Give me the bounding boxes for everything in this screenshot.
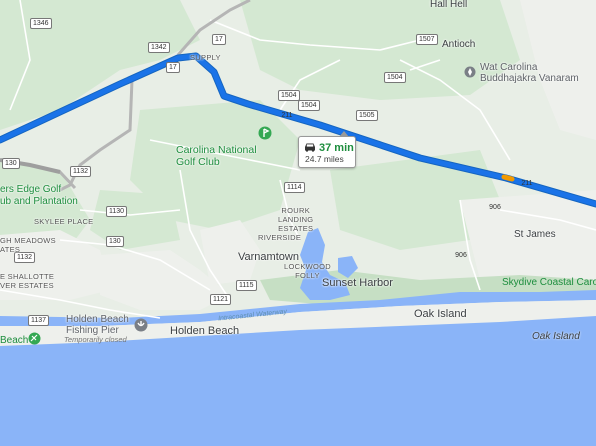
poi-label-wat-carolina[interactable]: Wat Carolina Buddhajakra Vanaram: [480, 62, 579, 84]
route-duration: 37 min: [319, 142, 354, 154]
place-label-supply: SUPPLY: [190, 53, 221, 62]
town-label-holden-beach: Holden Beach: [170, 325, 240, 337]
golf-icon[interactable]: [258, 126, 272, 147]
route-info-callout[interactable]: 37 min 24.7 miles: [298, 131, 356, 168]
route-shield: 1505: [356, 110, 378, 121]
place-label-antioch: Antioch: [442, 39, 476, 50]
route-shield: 1507: [416, 34, 438, 45]
town-label-sunset-harbor: Sunset Harbor: [322, 277, 393, 289]
place-label-hale-hell: Hall Hell: [430, 0, 468, 10]
poi-label-golf-club[interactable]: Carolina National Golf Club: [176, 144, 257, 168]
car-icon: [305, 143, 315, 152]
temple-icon[interactable]: [464, 65, 476, 83]
route-shield: 130: [106, 236, 124, 247]
route-shield: 1504: [298, 100, 320, 111]
poi-label-beach[interactable]: Beach: [0, 336, 28, 346]
poi-label-rivers-edge[interactable]: ers Edge Golf ub and Plantation: [0, 184, 78, 208]
route-shield: 1504: [278, 90, 300, 101]
pier-icon[interactable]: [134, 318, 148, 337]
poi-label-skydive[interactable]: Skydive Coastal Caro: [502, 278, 596, 288]
route-shield: 1115: [236, 280, 257, 291]
poi-status-temporarily-closed: Temporarily closed: [64, 335, 127, 344]
place-label-skylee: SKYLEE PLACE: [34, 217, 94, 226]
map-view[interactable]: 1346 1342 1507 1504 1504 1504 1505 1132 …: [0, 0, 596, 446]
route-shield: 1132: [70, 166, 92, 177]
town-label-st-james: St James: [514, 229, 556, 240]
route-distance: 24.7 miles: [305, 154, 344, 164]
highway-shield: 211: [280, 110, 296, 124]
place-label-high-meadows: GH MEADOWS ATES: [0, 236, 56, 254]
route-shield: 1130: [106, 206, 128, 217]
town-label-oak-island: Oak Island: [414, 308, 467, 320]
route-shield: 1114: [284, 182, 305, 193]
beach-icon[interactable]: [28, 332, 41, 350]
route-shield: 1342: [148, 42, 170, 53]
highway-shield: 906: [488, 202, 504, 216]
place-label-rourk: ROURK LANDING ESTATES: [278, 206, 314, 233]
highway-shield: 906: [454, 250, 470, 264]
us-route-shield: 17: [166, 62, 180, 73]
place-label-riverside: RIVERSIDE: [258, 233, 302, 242]
route-shield: 1137: [28, 315, 50, 326]
route-shield: 1346: [30, 18, 52, 29]
poi-label-fishing-pier[interactable]: Holden Beach Fishing Pier: [66, 314, 129, 336]
route-shield: 1121: [210, 294, 232, 305]
highway-shield: 211: [520, 178, 536, 192]
area-label-oak-island: Oak Island: [532, 331, 580, 342]
route-shield: 130: [2, 158, 20, 169]
us-route-shield: 17: [212, 34, 226, 45]
route-shield: 1504: [384, 72, 406, 83]
place-label-shallotte-river: E SHALLOTTE VER ESTATES: [0, 272, 55, 290]
